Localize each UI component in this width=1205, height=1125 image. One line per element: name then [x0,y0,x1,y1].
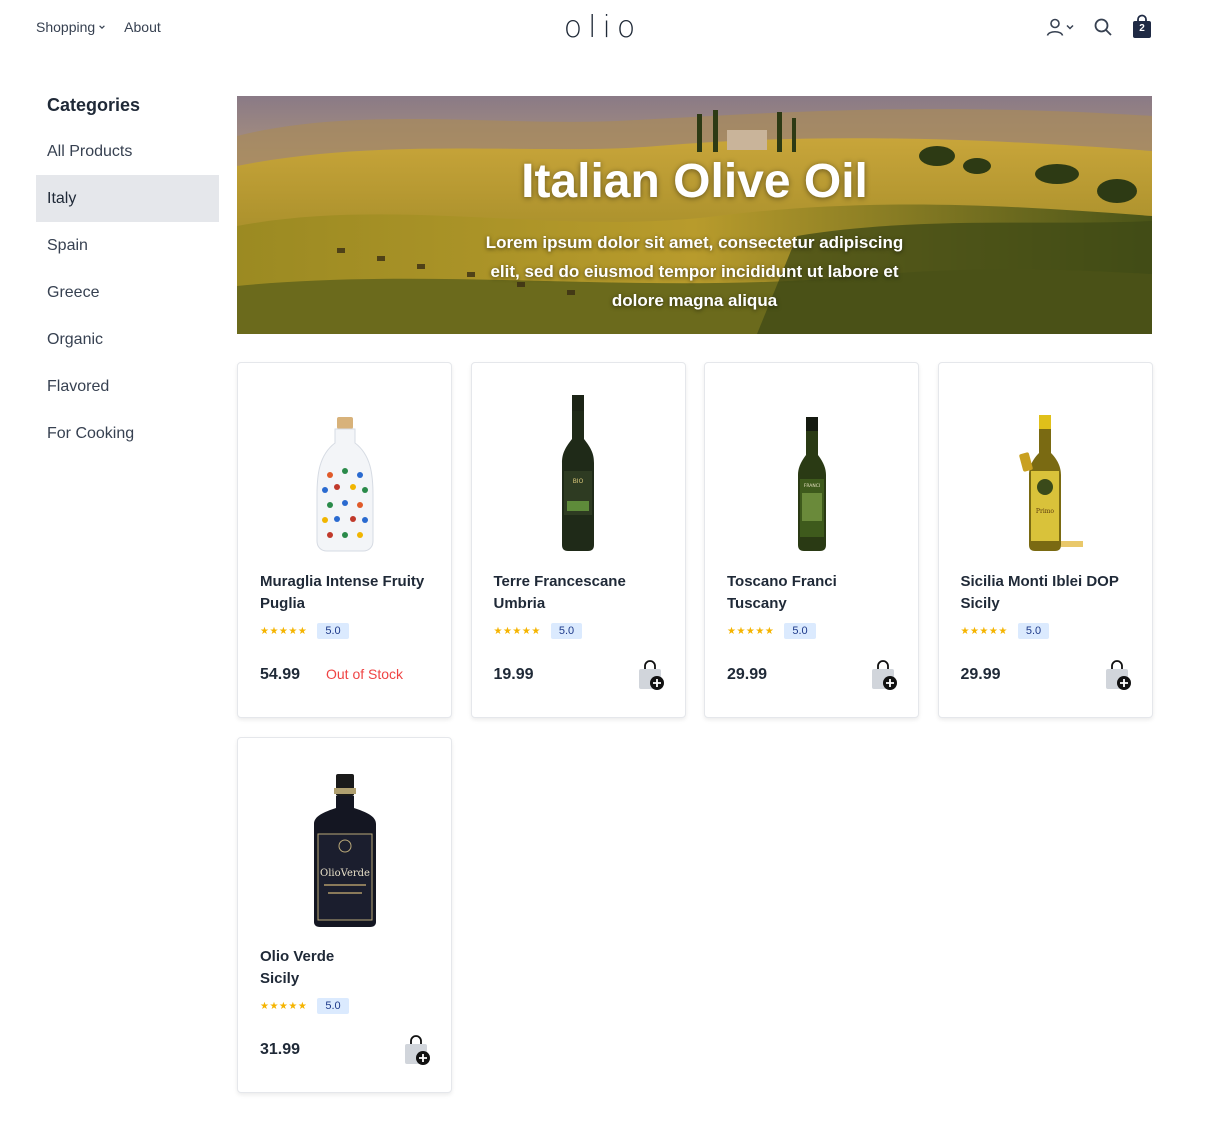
star-rating-icon: ★★★★★ [493,625,541,637]
rating-badge: 5.0 [1017,623,1050,639]
sidebar-title: Categories [47,95,141,115]
product-image: BIO [472,391,685,553]
product-rating: ★★★★★ 5.0 [494,623,583,639]
stock-status: Out of Stock [326,666,404,682]
product-name: Sicilia Monti Iblei DOP Sicily [961,571,1141,615]
product-region: Puglia [260,595,306,612]
nav-about[interactable]: About [124,19,161,35]
product-region: Umbria [493,595,546,612]
rating-badge: 5.0 [784,623,816,639]
category-greece[interactable]: Greece [36,269,219,316]
nav-shopping[interactable]: Shopping [36,19,106,35]
add-to-cart-icon[interactable] [637,658,665,692]
star-rating-icon: ★★★★★ [960,625,1008,637]
product-price: 19.99 [493,666,534,683]
product-card[interactable]: Primo Sicilia Monti Iblei DOP Sicily ★★★… [937,362,1153,718]
product-price: 29.99 [727,666,768,683]
cart-button[interactable]: 2 [1131,14,1153,40]
product-region: Sicily [960,595,1000,612]
green-glass-bottle-image: FRANCI [797,417,826,551]
category-all-products[interactable]: All Products [36,128,219,175]
nav-shopping-label: Shopping [36,19,96,35]
chevron-down-icon [99,25,105,30]
site-logo[interactable]: olio [0,10,1205,45]
product-rating: ★★★★★ 5.0 [260,623,349,639]
product-name: Olio Verde Sicily [260,946,440,990]
star-rating-icon: ★★★★★ [727,625,775,637]
product-price: 54.99 [260,666,301,683]
hero-content: Italian Olive Oil Lorem ipsum dolor sit … [237,152,1152,315]
product-rating: ★★★★★ 5.0 [727,623,816,639]
product-rating: ★★★★★ 5.0 [961,623,1050,639]
cart-count-badge: 2 [1139,23,1145,34]
header-actions: 2 [1045,14,1153,40]
product-title: Olio Verde [260,948,335,965]
product-title: Muraglia Intense Fruity [260,573,425,590]
star-rating-icon: ★★★★★ [260,1000,308,1012]
chevron-down-icon [1066,24,1074,30]
product-price: 29.99 [960,666,1001,683]
user-icon [1046,18,1064,36]
rating-badge: 5.0 [317,623,349,639]
product-region: Tuscany [727,595,787,612]
product-title: Toscano Franci [727,573,837,590]
product-card[interactable]: Muraglia Intense Fruity Puglia ★★★★★ 5.0… [237,362,452,718]
category-italy[interactable]: Italy [36,175,219,222]
product-image: FRANCI [705,391,918,553]
product-image: Primo [939,391,1152,553]
product-card[interactable]: OlioVerde Olio Verde Sicily ★★★★★ 5.0 31… [237,737,452,1093]
product-grid: Muraglia Intense Fruity Puglia ★★★★★ 5.0… [237,362,1153,1093]
product-image [238,391,451,553]
add-to-cart-icon[interactable] [403,1033,431,1067]
product-rating: ★★★★★ 5.0 [260,998,349,1014]
hero-banner: Italian Olive Oil Lorem ipsum dolor sit … [237,96,1152,334]
category-organic[interactable]: Organic [36,316,219,363]
product-price: 31.99 [260,1041,301,1058]
account-menu-button[interactable] [1045,17,1075,37]
add-to-cart-icon[interactable] [870,658,898,692]
black-square-bottle-image: OlioVerde [313,774,376,927]
product-image: OlioVerde [238,766,451,928]
product-name: Muraglia Intense Fruity Puglia [260,571,440,615]
hero-title: Italian Olive Oil [521,155,868,208]
rating-badge: 5.0 [550,623,583,639]
category-spain[interactable]: Spain [36,222,219,269]
product-card[interactable]: FRANCI Toscano Franci Tuscany ★★★★★ 5.0 … [704,362,919,718]
svg-text:OlioVerde: OlioVerde [320,868,370,879]
category-sidebar: Categories All Products Italy Spain Gree… [36,90,219,457]
product-region: Sicily [260,970,300,987]
site-header: Shopping About olio 2 [0,0,1205,56]
product-card[interactable]: BIO Terre Francescane Umbria ★★★★★ 5.0 1… [470,362,686,718]
product-name: Terre Francescane Umbria [494,571,674,615]
white-ceramic-bottle-image [316,417,373,552]
product-title: Terre Francescane [493,573,626,590]
svg-text:Primo: Primo [1036,508,1055,515]
product-title: Sicilia Monti Iblei DOP [960,573,1119,590]
svg-text:BIO: BIO [573,478,584,485]
dark-glass-bottle-image: BIO [562,395,594,551]
yellow-label-bottle-image: Primo [1019,415,1083,551]
rating-badge: 5.0 [317,998,349,1014]
nav-about-label: About [124,19,161,35]
hero-subtitle: Lorem ipsum dolor sit amet, consectetur … [485,233,904,310]
main-nav: Shopping About [36,19,161,35]
product-name: Toscano Franci Tuscany [727,571,907,615]
add-to-cart-icon[interactable] [1104,658,1132,692]
category-for-cooking[interactable]: For Cooking [36,410,219,457]
search-icon [1094,18,1112,36]
star-rating-icon: ★★★★★ [260,625,308,637]
category-flavored[interactable]: Flavored [36,363,219,410]
svg-text:FRANCI: FRANCI [803,483,819,489]
search-button[interactable] [1093,17,1113,37]
